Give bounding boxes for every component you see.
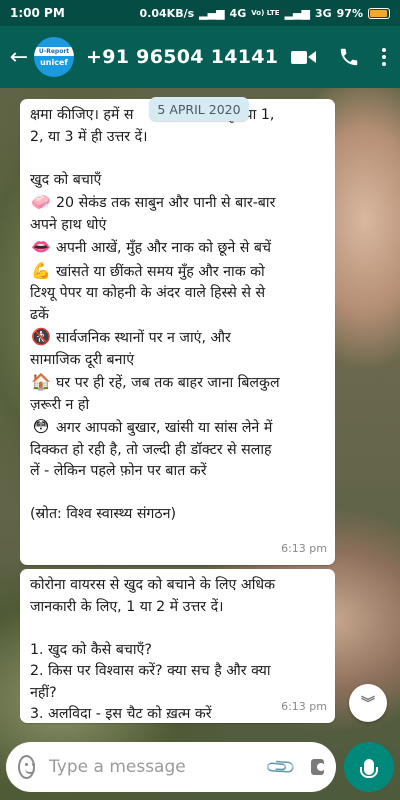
emoji-icon: 👄 xyxy=(31,237,51,256)
avatar[interactable]: U-Report unicef xyxy=(34,37,74,77)
message-line: 🏠 घर पर ही रहें, जब तक बाहर जाना बिलकुल xyxy=(30,371,325,395)
phone-call-icon[interactable] xyxy=(338,46,360,68)
message-line: ढकें xyxy=(30,305,325,327)
date-chip: 5 APRIL 2020 xyxy=(149,97,249,121)
message-line: 😳 अगर आपको बुखार, खांसी या सांस लेने में xyxy=(30,416,325,440)
message-line-text: खुद को बचाएँ xyxy=(30,171,102,188)
attachment-icon[interactable]: 📎 xyxy=(263,750,298,785)
message-line-text: 2, या 3 में ही उत्तर दें। xyxy=(30,128,148,145)
avatar-brand-text: unicef xyxy=(40,58,68,67)
message-line: दिक्कत हो रही है, तो जल्दी ही डॉक्टर से … xyxy=(30,440,325,462)
line-spacer xyxy=(30,148,325,170)
message-line: कोरोना वायरस से खुद को बचाने के लिए अधिक xyxy=(30,575,325,597)
message-timestamp: 6:13 pm xyxy=(281,541,327,555)
status-time: 1:00 PM xyxy=(10,6,65,20)
message-input[interactable] xyxy=(49,757,269,777)
message-line: (स्रोत: विश्व स्वास्थ्य संगठन) xyxy=(30,504,325,526)
line-spacer xyxy=(30,618,325,640)
message-line: सामाजिक दूरी बनाएं xyxy=(30,350,325,372)
network-type-sim1: 4G xyxy=(229,6,247,20)
battery-icon xyxy=(368,7,390,19)
message-line-text: ज़रूरी न हो xyxy=(30,396,90,413)
message-line-text: खांसते या छींकते समय मुँह और नाक को xyxy=(56,263,265,280)
microphone-icon xyxy=(360,759,378,778)
message-line-text: जानकारी के लिए, 1 या 2 में उत्तर दें। xyxy=(30,598,224,615)
message-line-text: अपनी आखें, मुँह और नाक को छूने से बचें xyxy=(56,240,272,256)
message-line-text: नहीं? xyxy=(30,684,57,701)
emoji-icon[interactable] xyxy=(18,755,36,779)
message-line: लें - लेकिन पहले फ़ोन पर बात करें xyxy=(30,461,325,483)
more-options-icon[interactable] xyxy=(382,48,386,66)
message-line-text: टिश्यू पेपर या कोहनी के अंदर वाले हिस्से… xyxy=(30,285,266,301)
emoji-icon: 🏠 xyxy=(31,372,51,391)
message-bubble-2[interactable]: कोरोना वायरस से खुद को बचाने के लिए अधिक… xyxy=(20,569,335,723)
signal-icon: ▂▄▆ xyxy=(199,6,225,20)
chat-header: ← U-Report unicef +91 96504 14141 xyxy=(0,26,400,88)
contact-name[interactable]: +91 96504 14141 xyxy=(86,46,291,68)
network-type-sim2: 3G xyxy=(314,6,332,20)
emoji-icon: 🧼 xyxy=(31,192,51,211)
message-line-text: (स्रोत: विश्व स्वास्थ्य संगठन) xyxy=(30,506,177,522)
message-text: क्षमा कीजिए। हमें स कृपया 1, 2, या 3 में ह… xyxy=(30,105,325,526)
network-speed: 0.04KB/s xyxy=(139,6,195,20)
emoji-icon: 😳 xyxy=(32,417,50,436)
message-line-text: सार्वजनिक स्थानों पर न जाएं, और xyxy=(56,330,231,346)
avatar-logo-text: U-Report xyxy=(34,47,74,56)
message-line: खुद को बचाएँ xyxy=(30,170,325,192)
battery-percent: 97% xyxy=(336,6,363,20)
message-line-text: लें - लेकिन पहले फ़ोन पर बात करें xyxy=(30,463,207,479)
message-line: 🚷 सार्वजनिक स्थानों पर न जाएं, और xyxy=(30,326,325,350)
message-line-text: 1. खुद को कैसे बचाएँ? xyxy=(30,641,152,658)
status-bar: 1:00 PM 0.04KB/s ▂▄▆ 4G Vo) LTE ▂▄▆ 3G 9… xyxy=(0,0,400,26)
video-call-icon[interactable] xyxy=(291,50,316,64)
back-arrow-icon[interactable]: ← xyxy=(6,45,32,70)
message-timestamp: 6:13 pm xyxy=(281,699,327,713)
message-line-text: कोरोना वायरस से खुद को बचाने के लिए अधिक xyxy=(30,577,275,593)
message-line: टिश्यू पेपर या कोहनी के अंदर वाले हिस्से… xyxy=(30,283,325,305)
message-line-text: घर पर ही रहें, जब तक बाहर जाना बिलकुल xyxy=(56,375,280,391)
emoji-icon: 💪 xyxy=(31,260,51,280)
emoji-icon: 🚷 xyxy=(31,327,51,346)
message-input-bar: 📎 xyxy=(6,742,336,792)
message-line: 👄 अपनी आखें, मुँह और नाक को छूने से बचें xyxy=(30,236,325,260)
message-line: जानकारी के लिए, 1 या 2 में उत्तर दें। xyxy=(30,597,325,619)
message-line-text: 3. अलविदा - इस चैट को ख़त्म करें xyxy=(30,706,212,722)
message-line-text: 20 सेकंड तक साबुन और पानी से बार-बार xyxy=(56,195,276,211)
message-line: 💪 खांसते या छींकते समय मुँह और नाक को xyxy=(30,260,325,284)
message-line-text: सामाजिक दूरी बनाएं xyxy=(30,351,135,368)
message-line: 🧼 20 सेकंड तक साबुन और पानी से बार-बार xyxy=(30,191,325,215)
message-line-text: अपने हाथ धोएं xyxy=(30,216,107,233)
message-line: 1. खुद को कैसे बचाएँ? xyxy=(30,640,325,662)
message-line-text: अगर आपको बुखार, खांसी या सांस लेने में xyxy=(56,420,273,436)
scroll-down-icon[interactable]: ︾ xyxy=(349,684,387,722)
volte-badge: Vo) LTE xyxy=(251,9,280,17)
signal-icon-2: ▂▄▆ xyxy=(284,6,310,20)
message-line-text: दिक्कत हो रही है, तो जल्दी ही डॉक्टर से … xyxy=(30,441,272,458)
message-line: 2, या 3 में ही उत्तर दें। xyxy=(30,127,325,149)
message-line-text: क्षमा कीजिए। हमें स xyxy=(30,107,134,123)
message-line: 2. किस पर विश्वास करें? क्या सच है और क्… xyxy=(30,661,325,683)
line-spacer xyxy=(30,483,325,505)
microphone-button[interactable] xyxy=(344,742,394,792)
message-line: ज़रूरी न हो xyxy=(30,395,325,417)
camera-icon[interactable] xyxy=(310,759,326,775)
message-line-text: 2. किस पर विश्वास करें? क्या सच है और क्… xyxy=(30,663,271,679)
message-line-text: ढकें xyxy=(30,306,49,323)
message-bubble-1[interactable]: क्षमा कीजिए। हमें स कृपया 1, 2, या 3 में ह… xyxy=(20,99,335,565)
message-line: अपने हाथ धोएं xyxy=(30,215,325,237)
